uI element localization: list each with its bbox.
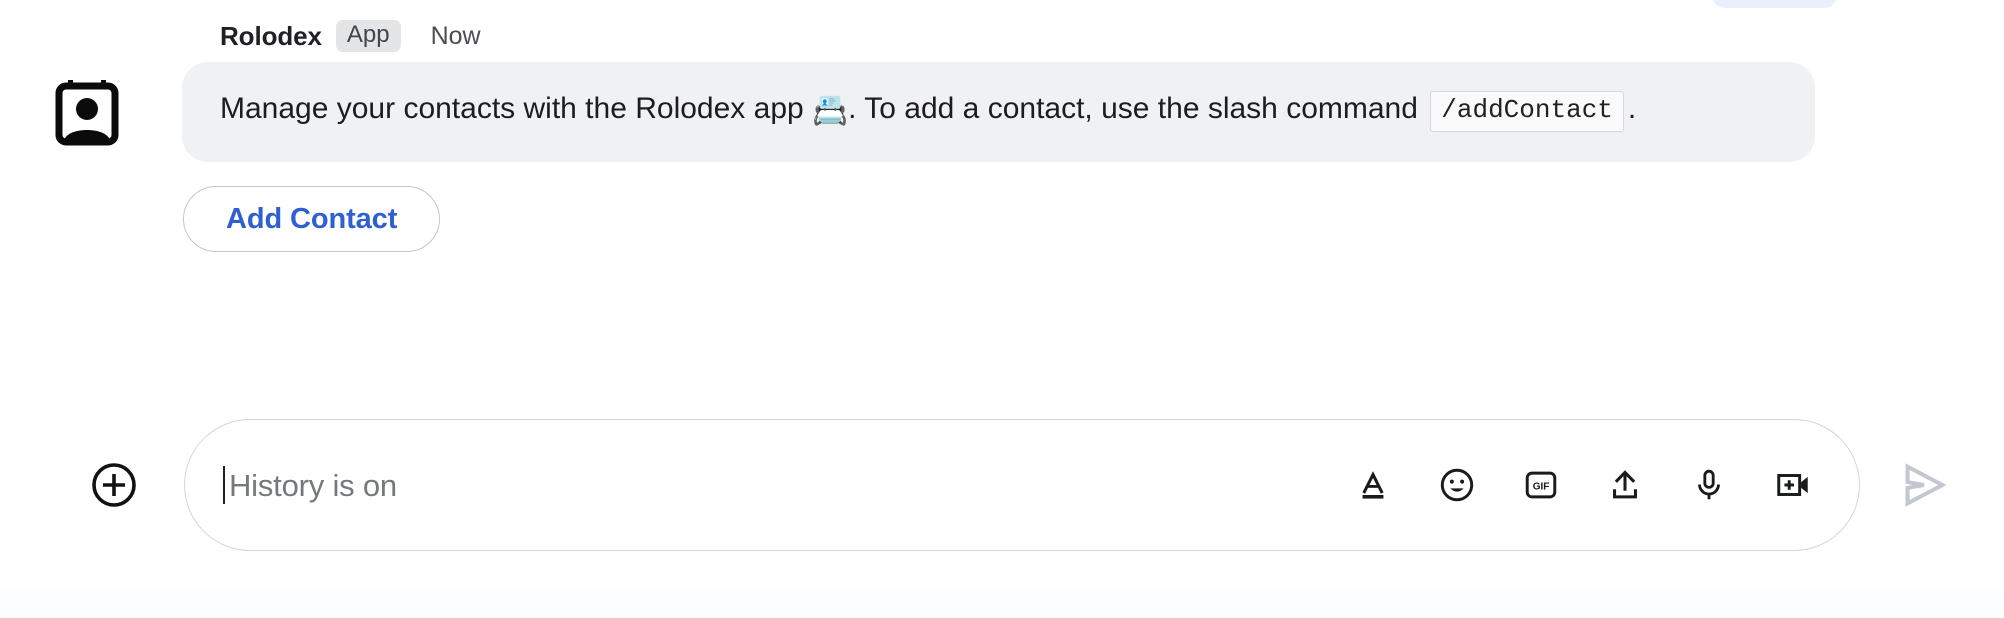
message-timestamp: Now bbox=[430, 21, 481, 50]
microphone-icon[interactable] bbox=[1689, 465, 1729, 505]
svg-text:GIF: GIF bbox=[1533, 481, 1550, 492]
message-text-part-1: Manage your contacts with the Rolodex ap… bbox=[220, 92, 813, 125]
sender-name: Rolodex bbox=[220, 20, 322, 51]
message-content-column: Rolodex App Now Manage your contacts wit… bbox=[182, 18, 1832, 253]
composer-toolbar: GIF bbox=[1353, 465, 1813, 505]
message-text-part-2: . To add a contact, use the slash comman… bbox=[848, 92, 1427, 125]
composer-input-container[interactable]: History is on GIF bbox=[184, 419, 1860, 551]
message-actions: Add Contact bbox=[182, 186, 1832, 253]
text-cursor bbox=[223, 466, 225, 504]
emoji-icon[interactable] bbox=[1437, 465, 1477, 505]
bottom-edge-band bbox=[0, 590, 2004, 618]
add-video-icon[interactable] bbox=[1773, 465, 1813, 505]
message-bubble: Manage your contacts with the Rolodex ap… bbox=[182, 62, 1815, 163]
contact-card-icon bbox=[52, 76, 122, 146]
slash-command-chip: /addContact bbox=[1430, 91, 1624, 133]
top-cut-off-chip bbox=[1712, 0, 1837, 8]
plus-circle-icon[interactable] bbox=[90, 461, 138, 509]
message-composer: History is on GIF bbox=[0, 410, 2004, 560]
format-text-icon[interactable] bbox=[1353, 465, 1393, 505]
composer-placeholder[interactable]: History is on bbox=[229, 470, 1353, 501]
app-badge: App bbox=[335, 20, 401, 52]
add-contact-button[interactable]: Add Contact bbox=[183, 186, 441, 253]
message-header: Rolodex App Now bbox=[182, 18, 1832, 54]
gif-icon[interactable]: GIF bbox=[1521, 465, 1561, 505]
upload-icon[interactable] bbox=[1605, 465, 1645, 505]
card-index-emoji: 📇 bbox=[812, 95, 849, 127]
message-text-part-3: . bbox=[1627, 92, 1637, 125]
send-arrow-icon[interactable] bbox=[1894, 455, 1954, 515]
